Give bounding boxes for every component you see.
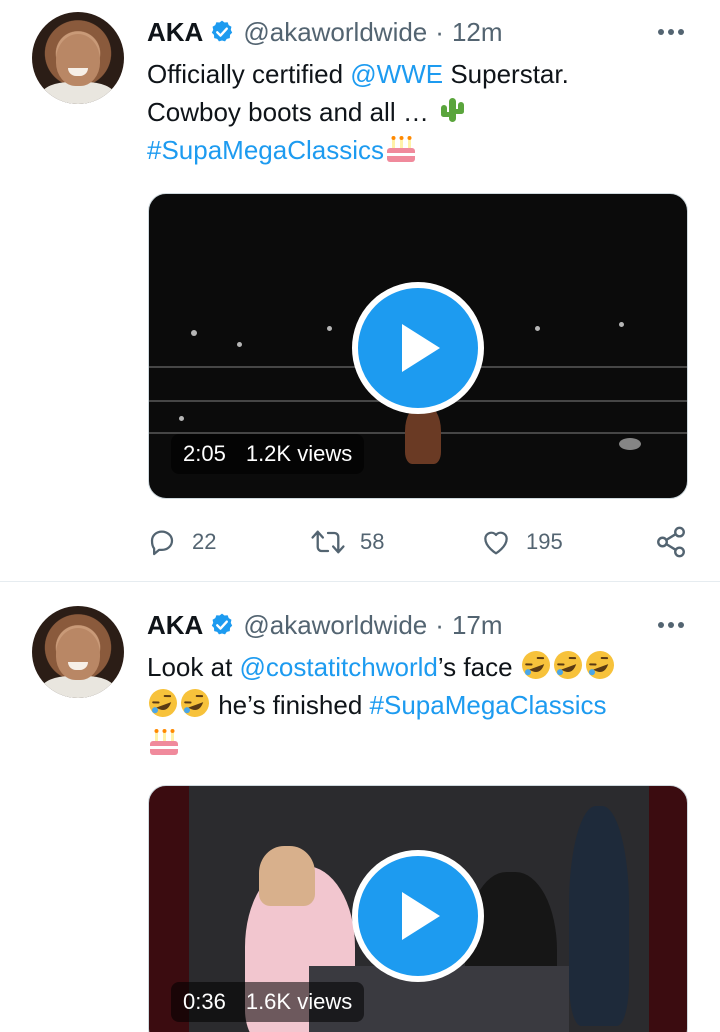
video-views: 1.2K views (245, 441, 353, 466)
display-name[interactable]: AKA (147, 610, 203, 641)
share-icon (657, 526, 685, 558)
tweet[interactable]: AKA @akaworldwide · 17m Look at @costati… (0, 582, 720, 1032)
avatar[interactable] (32, 606, 124, 698)
mention-link[interactable]: @WWE (350, 59, 443, 89)
hashtag-link[interactable]: #SupaMegaClassics (147, 135, 384, 165)
reply-button[interactable]: 22 (146, 522, 216, 562)
mention-link[interactable]: @costatitchworld (240, 652, 438, 682)
retweet-button[interactable]: 58 (310, 522, 384, 562)
tweet-text-segment: Officially certified (147, 59, 351, 89)
tweet-text: Officially certified @WWE Superstar. Cow… (147, 55, 687, 169)
tweet-text: Look at @costatitchworld’s face he’s fin… (147, 648, 687, 762)
like-icon (484, 531, 508, 555)
reply-icon (150, 530, 174, 556)
tweet-text-segment: ’s face (437, 652, 520, 682)
tweet-actions-bar: 22 58 195 (146, 522, 690, 562)
birthday-cake-emoji-icon (387, 136, 416, 162)
video-duration: 0:36 (183, 989, 226, 1014)
rolling-laughing-emoji-icon (521, 651, 614, 679)
separator-dot: · (435, 609, 444, 640)
display-name[interactable]: AKA (147, 17, 203, 48)
video-meta-badge: 0:36 1.6K views (171, 982, 365, 1022)
play-button[interactable] (352, 850, 484, 982)
birthday-cake-emoji-icon (150, 729, 178, 755)
like-count: 195 (526, 529, 563, 554)
separator-dot: · (435, 16, 444, 47)
more-options-icon[interactable] (656, 17, 686, 47)
avatar[interactable] (32, 12, 124, 104)
play-button[interactable] (352, 282, 484, 414)
tweet[interactable]: AKA @akaworldwide · 12m Officially certi… (0, 0, 720, 582)
rolling-laughing-emoji-icon (149, 689, 209, 717)
timestamp[interactable]: 12m (452, 17, 503, 48)
hashtag-link[interactable]: #SupaMegaClassics (370, 690, 607, 720)
play-icon (402, 324, 440, 372)
verified-badge-icon (212, 20, 233, 42)
reply-count: 22 (192, 529, 217, 554)
video-person (259, 846, 315, 906)
video-duration: 2:05 (183, 441, 226, 466)
timeline-feed: AKA @akaworldwide · 12m Officially certi… (0, 0, 720, 1032)
tweet-header: AKA @akaworldwide · 12m (147, 14, 503, 50)
timestamp[interactable]: 17m (452, 610, 503, 641)
more-options-icon[interactable] (656, 610, 686, 640)
tweet-header: AKA @akaworldwide · 17m (147, 607, 503, 643)
tweet-text-segment: he’s finished (211, 690, 370, 720)
video-player[interactable]: 0:36 1.6K views (148, 785, 688, 1032)
like-button[interactable]: 195 (480, 522, 563, 562)
user-handle[interactable]: @akaworldwide (243, 17, 427, 48)
share-button[interactable] (654, 522, 702, 562)
user-handle[interactable]: @akaworldwide (243, 610, 427, 641)
retweet-icon (311, 530, 345, 554)
video-views: 1.6K views (245, 989, 353, 1014)
video-player[interactable]: 2:05 1.2K views (148, 193, 688, 499)
verified-badge-icon (212, 613, 233, 635)
tweet-text-segment: Look at (147, 652, 240, 682)
play-icon (402, 892, 440, 940)
cactus-emoji-icon (441, 98, 465, 122)
tweet-text-segment: Cowboy boots and all … (147, 97, 437, 127)
video-person (569, 806, 629, 1026)
retweet-count: 58 (360, 529, 385, 554)
tweet-text-segment: Superstar. (443, 59, 569, 89)
video-meta-badge: 2:05 1.2K views (171, 434, 365, 474)
